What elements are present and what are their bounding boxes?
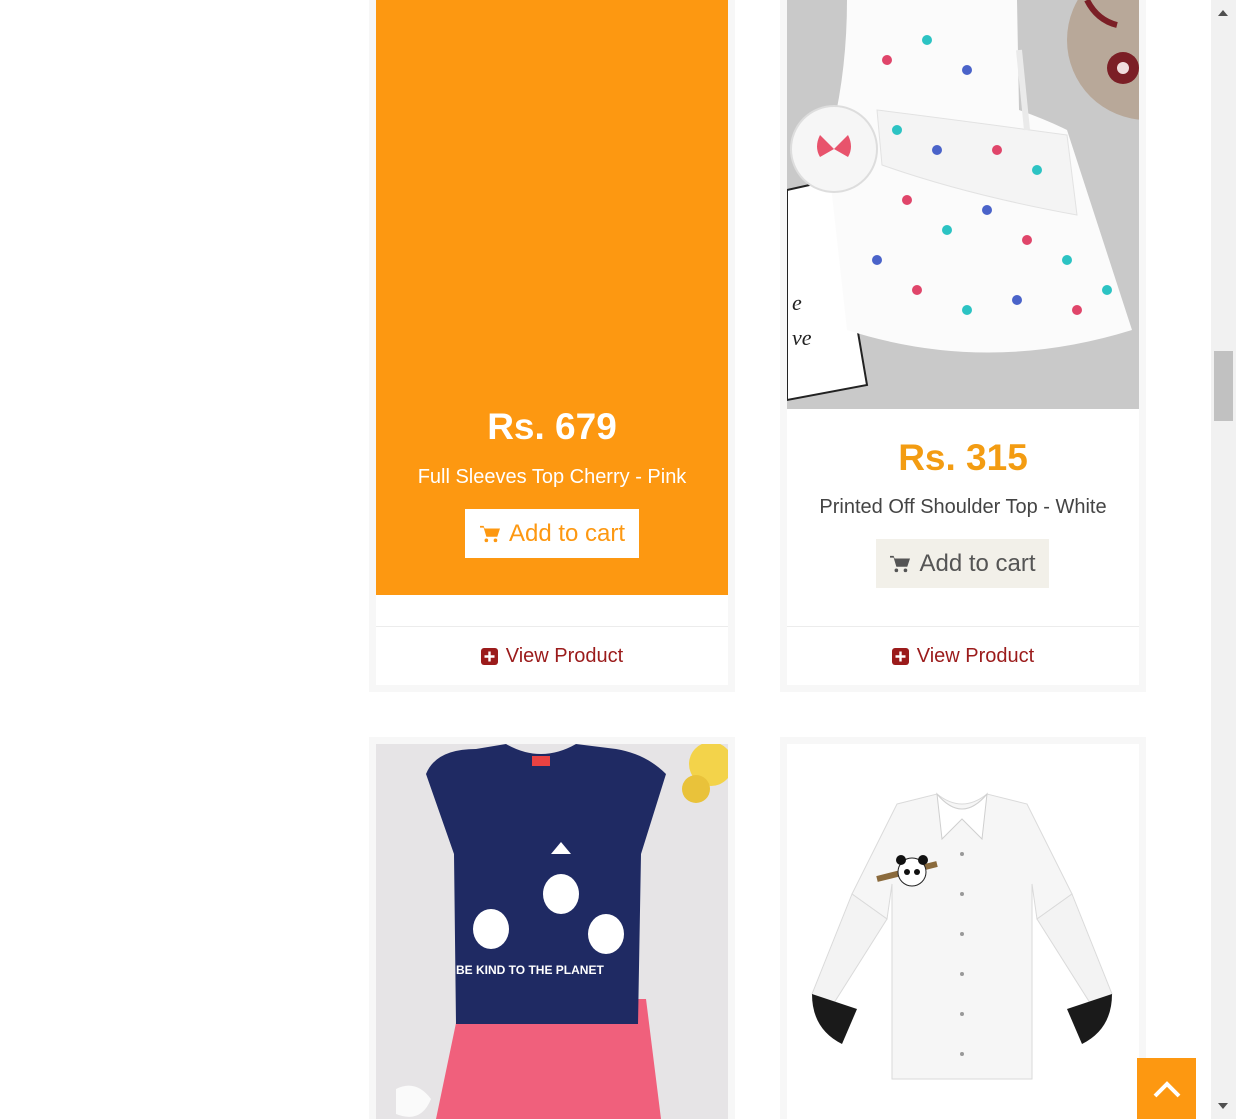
product-name: Printed Off Shoulder Top - White <box>819 496 1107 518</box>
add-to-cart-button[interactable]: Add to cart <box>876 539 1049 588</box>
plus-square-icon <box>891 647 909 665</box>
product-photo <box>787 744 1139 1119</box>
product-name: Full Sleeves Top Cherry - Pink <box>417 466 687 488</box>
hover-overlay <box>376 0 728 595</box>
plus-square-icon <box>480 647 498 665</box>
chevron-up-icon <box>1153 1080 1180 1097</box>
product-image[interactable] <box>787 744 1139 1119</box>
add-to-cart-label: Add to cart <box>508 519 626 547</box>
shopping-cart-icon <box>479 525 500 542</box>
vertical-scrollbar[interactable] <box>1211 0 1236 1119</box>
product-card-3: BE KIND TO THE PLANET <box>369 737 735 1119</box>
product-card-2: e ve Rs. 315 Printed Off Shoulder Top - … <box>780 0 1146 692</box>
product-photo: BE KIND TO THE PLANET <box>376 744 728 1119</box>
svg-text:BE KIND TO THE PLANET: BE KIND TO THE PLANET <box>456 963 604 977</box>
add-to-cart-label: Add to cart <box>919 549 1036 577</box>
shopping-cart-icon <box>890 555 911 572</box>
scroll-up-arrow-icon[interactable] <box>1218 10 1228 16</box>
view-product-label: View Product <box>505 644 624 667</box>
product-card-4 <box>780 737 1146 1119</box>
add-to-cart-button[interactable]: Add to cart <box>465 509 639 558</box>
product-photo: e ve <box>787 0 1139 409</box>
back-to-top-button[interactable] <box>1137 1058 1196 1119</box>
scroll-down-arrow-icon[interactable] <box>1218 1103 1228 1109</box>
view-product-label: View Product <box>916 644 1035 667</box>
product-card-inner: Rs. 679 Full Sleeves Top Cherry - Pink A… <box>376 0 728 685</box>
view-product-button[interactable]: View Product <box>376 627 728 685</box>
scrollbar-thumb[interactable] <box>1214 351 1233 421</box>
product-image[interactable]: BE KIND TO THE PLANET <box>376 744 728 1119</box>
product-price: Rs. 315 <box>898 437 1028 478</box>
view-product-button[interactable]: View Product <box>787 627 1139 685</box>
product-image[interactable]: e ve <box>787 0 1139 409</box>
product-card-inner: e ve Rs. 315 Printed Off Shoulder Top - … <box>787 0 1139 685</box>
product-price: Rs. 679 <box>487 406 617 447</box>
product-card-1: Rs. 679 Full Sleeves Top Cherry - Pink A… <box>369 0 735 692</box>
product-card-inner: BE KIND TO THE PLANET <box>376 744 728 1119</box>
product-card-inner <box>787 744 1139 1119</box>
svg-text:ve: ve <box>792 325 812 350</box>
svg-text:e: e <box>792 290 802 315</box>
